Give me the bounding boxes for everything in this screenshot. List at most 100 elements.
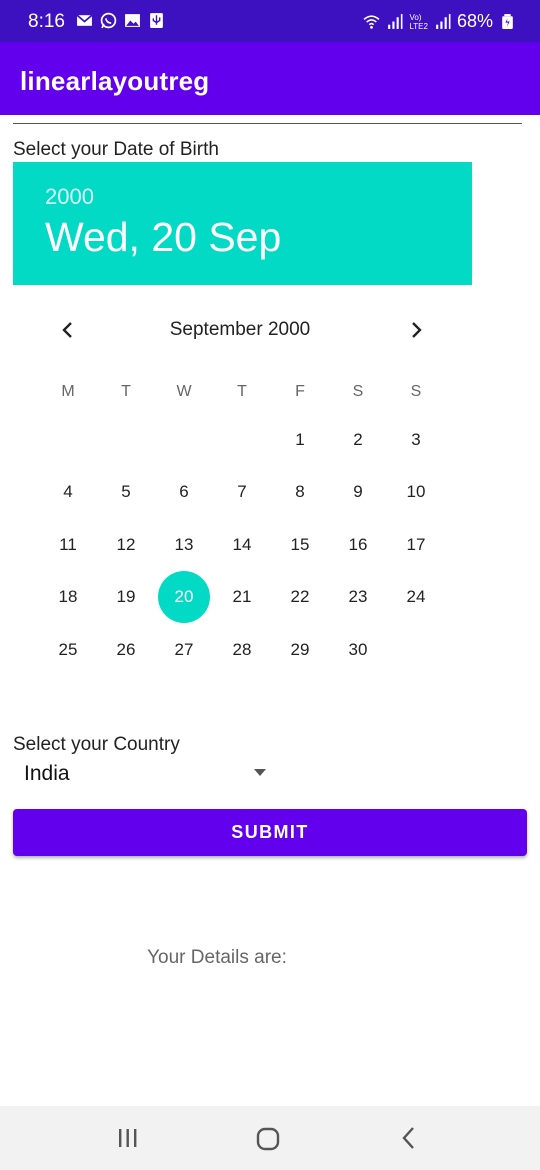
calendar-day[interactable]: 21 [213,577,271,617]
calendar-day[interactable]: 16 [329,525,387,565]
battery-icon [502,14,513,29]
picker-selected-date: Wed, 20 Sep [45,214,282,260]
calendar-day[interactable]: 2 [329,420,387,460]
country-dropdown[interactable]: India [13,756,275,792]
calendar-day-number: 30 [348,640,368,659]
picker-year[interactable]: 2000 [45,184,94,210]
calendar-day[interactable]: 13 [155,525,213,565]
calendar-week-row: 4 5 6 7 8 9 10 [39,472,445,512]
weekday-label: F [295,383,305,400]
app-bar: linearlayoutreg [0,42,540,115]
calendar-day-number: 25 [58,640,78,659]
calendar-day[interactable]: 14 [213,525,271,565]
calendar-day[interactable]: 27 [155,630,213,670]
system-icons: Vo) LTE2 68% [363,11,516,32]
home-icon[interactable] [253,1124,283,1154]
calendar-day-number: 20 [174,587,194,606]
app-title: linearlayoutreg [20,66,210,96]
notification-icons [76,12,165,29]
calendar-day[interactable]: 19 [97,577,155,617]
battery-percent: 68% [456,11,493,31]
recents-icon[interactable] [112,1126,144,1150]
calendar-day-number: 6 [179,482,189,501]
calendar-empty-cell [97,420,155,460]
calendar-day[interactable]: 28 [213,630,271,670]
calendar-day-number: 12 [116,535,136,554]
calendar-week-row: 18 19 20 21 22 23 24 [39,571,445,623]
weekday-header: MTWTFSS [39,372,445,412]
calendar-day[interactable]: 1 [271,420,329,460]
calendar-day[interactable]: 5 [97,472,155,512]
calendar-week-row: 1 2 3 [39,420,445,460]
signal-icon-2 [436,14,451,29]
calendar-day-number: 1 [295,430,305,449]
divider [13,123,522,124]
calendar-day-number: 29 [290,640,310,659]
calendar-empty-cell [213,420,271,460]
system-navigation-bar [0,1106,540,1170]
calendar-day-number: 7 [237,482,247,501]
wifi-icon [363,15,380,29]
calendar-day-number: 27 [174,640,194,659]
calendar-day-number: 17 [406,535,426,554]
calendar-day-number: 24 [406,587,426,606]
calendar-day[interactable]: 23 [329,577,387,617]
calendar-day-number: 18 [58,587,78,606]
weekday-label: W [176,383,192,400]
calendar-day[interactable]: 26 [97,630,155,670]
calendar-day[interactable]: 29 [271,630,329,670]
calendar-day[interactable]: 8 [271,472,329,512]
status-time: 8:16 [28,11,65,32]
volte-label: Vo) [409,12,422,22]
calendar-day[interactable]: 17 [387,525,445,565]
weekday-label: S [352,383,364,400]
calendar-week-row: 11 12 13 14 15 16 17 [39,525,445,565]
calendar-day-number: 23 [348,587,368,606]
network-type-label: Vo) LTE2 [409,13,428,31]
dob-label: Select your Date of Birth [13,139,219,160]
usb-icon [150,13,163,28]
calendar-day-selected[interactable]: 20 [155,571,213,623]
back-icon[interactable] [397,1126,421,1150]
country-selected-value: India [24,762,70,785]
calendar-day-number: 13 [174,535,194,554]
calendar-day[interactable]: 11 [39,525,97,565]
calendar-day-number: 2 [353,430,363,449]
calendar-day-number: 5 [121,482,131,501]
calendar-day-number: 26 [116,640,136,659]
calendar-day-number: 28 [232,640,252,659]
calendar-day-number: 4 [63,482,73,501]
calendar-day[interactable]: 7 [213,472,271,512]
image-icon [125,14,140,27]
calendar-day-number: 14 [232,535,252,554]
calendar-week-row: 25 26 27 28 29 30 [39,630,445,670]
calendar-day-number: 15 [290,535,310,554]
calendar-day[interactable]: 12 [97,525,155,565]
calendar-day[interactable]: 6 [155,472,213,512]
calendar-day[interactable]: 25 [39,630,97,670]
calendar-day-number: 21 [232,587,252,606]
calendar-day[interactable]: 9 [329,472,387,512]
whatsapp-icon [100,12,117,29]
calendar-day[interactable]: 15 [271,525,329,565]
dropdown-arrow-icon [254,769,266,776]
calendar-day-number: 8 [295,482,305,501]
submit-button[interactable]: SUBMIT [13,809,527,856]
calendar-day[interactable]: 3 [387,420,445,460]
calendar-day[interactable]: 22 [271,577,329,617]
status-bar: 8:16 Vo) LTE2 68% [0,0,540,42]
calendar-day[interactable]: 10 [387,472,445,512]
country-label: Select your Country [13,734,180,755]
calendar-empty-cell [39,420,97,460]
chevron-right-icon [412,322,422,338]
next-month-button[interactable] [400,314,432,346]
lte-label: LTE2 [409,21,428,31]
calendar-empty-cell [155,420,213,460]
month-navigation: September 2000 [40,310,440,350]
calendar-day-number: 11 [59,535,77,554]
calendar-day[interactable]: 30 [329,630,387,670]
calendar-day[interactable]: 4 [39,472,97,512]
calendar-empty-cell [387,630,445,670]
calendar-day[interactable]: 18 [39,577,97,617]
calendar-day[interactable]: 24 [387,577,445,617]
